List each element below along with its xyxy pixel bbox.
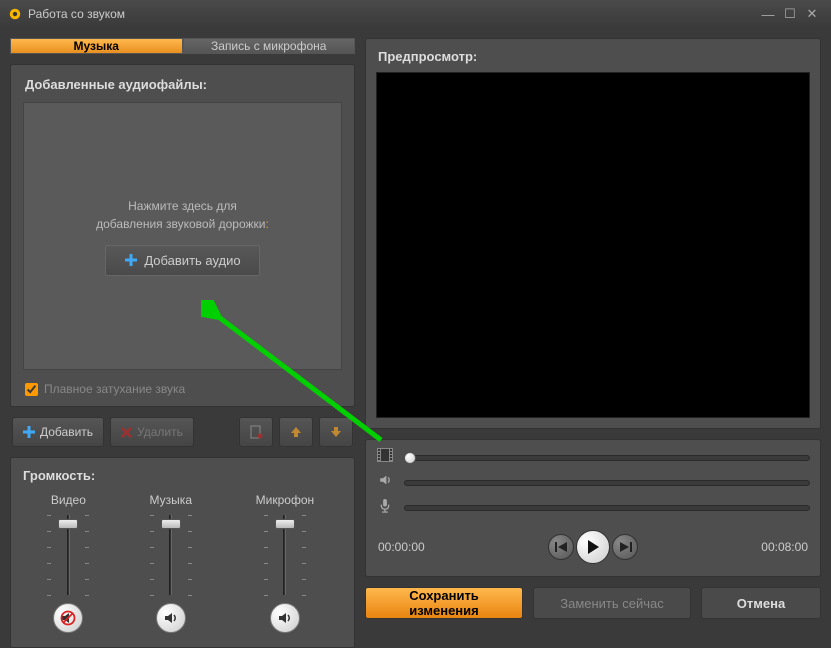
save-button[interactable]: Сохранить изменения bbox=[365, 587, 523, 619]
volume-video-label: Видео bbox=[51, 493, 86, 507]
close-button[interactable]: ✕ bbox=[801, 6, 823, 22]
window-title: Работа со звуком bbox=[28, 7, 757, 21]
volume-mic-label: Микрофон bbox=[256, 493, 314, 507]
mute-music-button[interactable] bbox=[156, 603, 186, 633]
prev-button[interactable] bbox=[548, 534, 574, 560]
speaker-icon bbox=[163, 610, 179, 626]
volume-music-slider[interactable] bbox=[156, 515, 186, 595]
tab-music[interactable]: Музыка bbox=[10, 38, 183, 54]
total-time: 00:08:00 bbox=[761, 540, 808, 554]
move-down-button[interactable] bbox=[319, 417, 353, 447]
microphone-icon bbox=[376, 498, 394, 518]
tracks-panel: 00:00:00 00:08:00 bbox=[365, 439, 821, 577]
files-drop-area[interactable]: Нажмите здесь для добавления звуковой до… bbox=[23, 102, 342, 370]
app-icon bbox=[8, 7, 22, 21]
play-button[interactable] bbox=[576, 530, 610, 564]
volume-mic-slider[interactable] bbox=[270, 515, 300, 595]
mute-mic-button[interactable] bbox=[270, 603, 300, 633]
add-audio-button[interactable]: Добавить аудио bbox=[105, 245, 259, 276]
plus-icon bbox=[23, 426, 35, 438]
fade-label: Плавное затухание звука bbox=[44, 382, 185, 396]
replace-button[interactable]: Заменить сейчас bbox=[533, 587, 691, 619]
dialog-buttons: Сохранить изменения Заменить сейчас Отме… bbox=[365, 587, 821, 619]
properties-button[interactable] bbox=[239, 417, 273, 447]
volume-music-label: Музыка bbox=[150, 493, 192, 507]
mic-track-slider[interactable] bbox=[404, 500, 810, 516]
fade-checkbox[interactable] bbox=[25, 383, 38, 396]
film-icon bbox=[376, 448, 394, 467]
volume-title: Громкость: bbox=[11, 458, 354, 489]
minimize-button[interactable]: — bbox=[757, 7, 779, 22]
audio-track-slider[interactable] bbox=[404, 475, 810, 491]
preview-panel: Предпросмотр: bbox=[365, 38, 821, 429]
skip-back-icon bbox=[555, 541, 568, 553]
files-panel: Добавленные аудиофайлы: Нажмите здесь дл… bbox=[10, 64, 355, 407]
page-icon bbox=[249, 425, 263, 439]
speaker-icon bbox=[277, 610, 293, 626]
video-track-slider[interactable] bbox=[404, 450, 810, 466]
preview-viewport bbox=[376, 72, 810, 418]
delete-button[interactable]: Удалить bbox=[110, 417, 194, 447]
speaker-muted-icon bbox=[60, 610, 76, 626]
preview-title: Предпросмотр: bbox=[366, 39, 820, 70]
cancel-button[interactable]: Отмена bbox=[701, 587, 821, 619]
next-button[interactable] bbox=[612, 534, 638, 560]
arrow-up-icon bbox=[290, 426, 302, 438]
move-up-button[interactable] bbox=[279, 417, 313, 447]
tab-mic-record[interactable]: Запись с микрофона bbox=[183, 38, 356, 54]
current-time: 00:00:00 bbox=[378, 540, 425, 554]
x-icon bbox=[121, 427, 132, 438]
volume-panel: Громкость: Видео Музыка bbox=[10, 457, 355, 648]
files-hint: Нажмите здесь для добавления звуковой до… bbox=[96, 197, 269, 233]
maximize-button[interactable]: ☐ bbox=[779, 6, 801, 22]
add-button[interactable]: Добавить bbox=[12, 417, 104, 447]
mute-video-button[interactable] bbox=[53, 603, 83, 633]
files-panel-title: Добавленные аудиофайлы: bbox=[13, 67, 352, 98]
skip-forward-icon bbox=[619, 541, 632, 553]
play-icon bbox=[586, 539, 600, 555]
tabs: Музыка Запись с микрофона bbox=[10, 38, 355, 54]
volume-video-slider[interactable] bbox=[53, 515, 83, 595]
arrow-down-icon bbox=[330, 426, 342, 438]
files-toolbar: Добавить Удалить bbox=[10, 417, 355, 447]
plus-icon bbox=[124, 253, 138, 267]
speaker-icon bbox=[376, 473, 394, 492]
